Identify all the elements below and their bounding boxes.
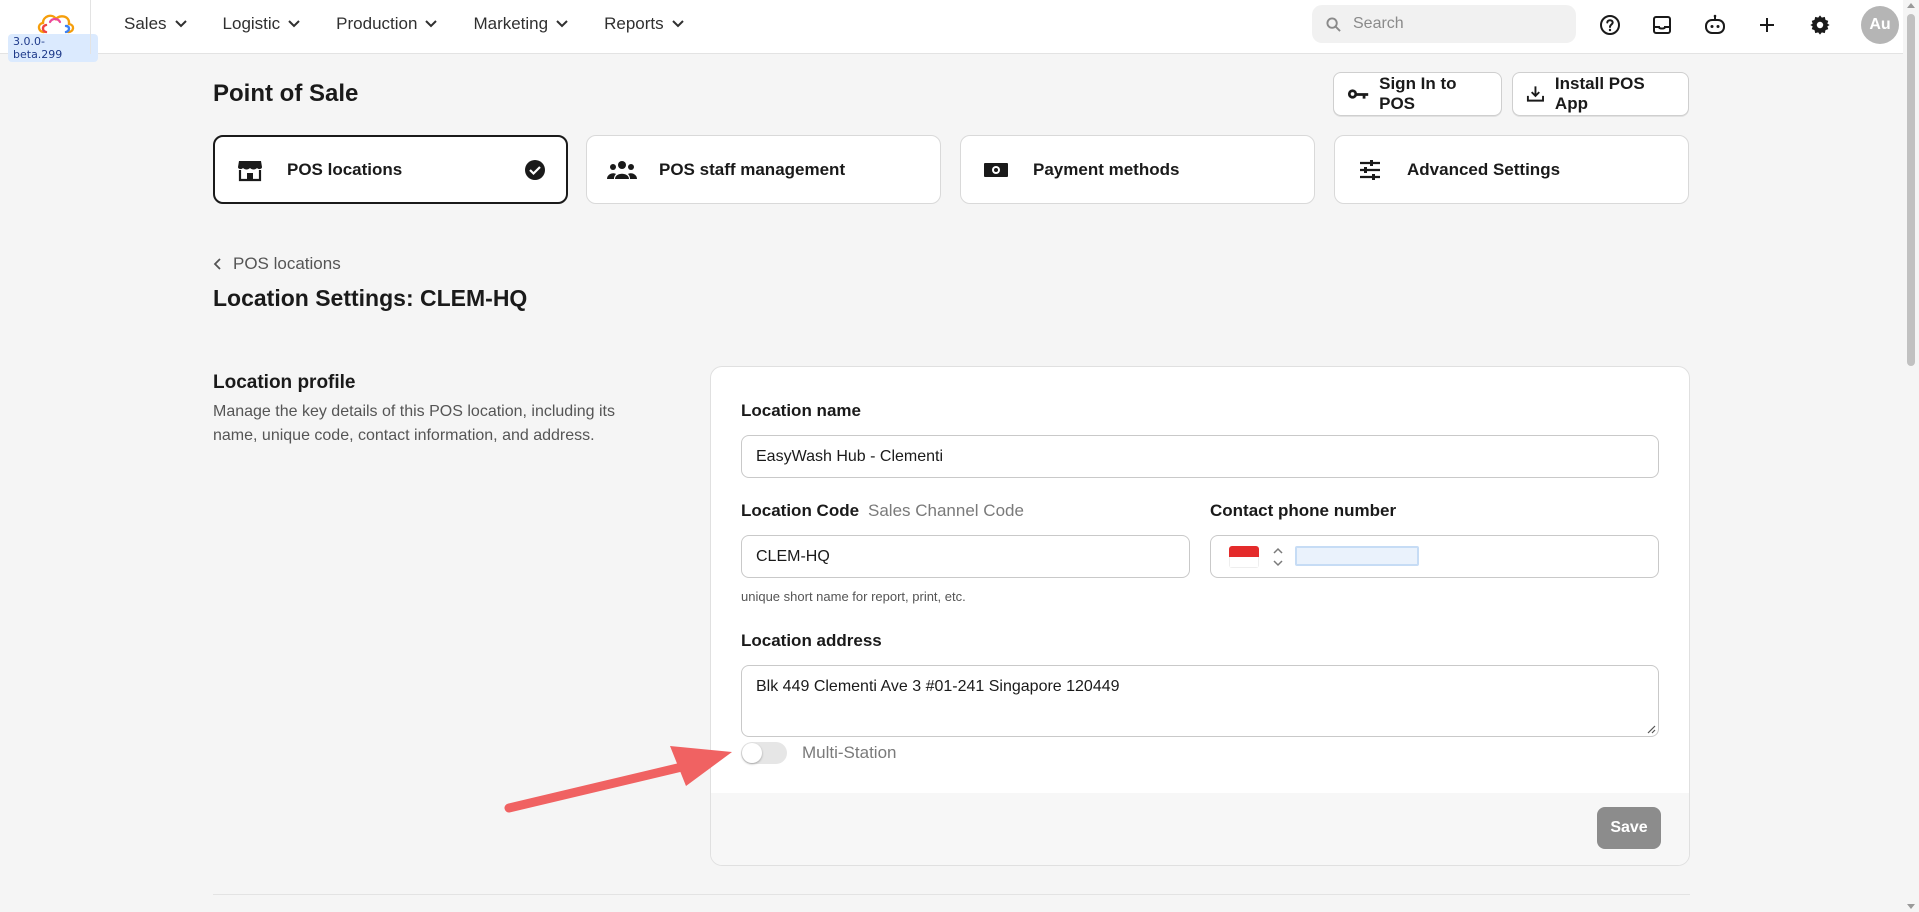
tab-pos-staff-management-label: POS staff management <box>659 159 846 179</box>
sign-in-pos-button[interactable]: Sign In to POS <box>1333 72 1502 116</box>
tab-advanced-settings-label: Advanced Settings <box>1407 159 1561 179</box>
multi-station-toggle[interactable] <box>741 742 787 764</box>
key-icon <box>1347 89 1369 99</box>
location-address-field[interactable]: Blk 449 Clementi Ave 3 #01-241 Singapore… <box>741 665 1659 737</box>
download-icon <box>1526 86 1544 102</box>
nav-logistic-label: Logistic <box>222 14 281 33</box>
inbox-button[interactable] <box>1647 10 1677 40</box>
tab-payment-methods[interactable]: Payment methods <box>960 135 1315 204</box>
scroll-thumb[interactable] <box>1907 14 1915 366</box>
chevron-down-icon <box>174 20 187 28</box>
tab-payment-methods-label: Payment methods <box>1033 159 1180 179</box>
location-address-label: Location address <box>741 631 882 650</box>
tab-pos-locations-label: POS locations <box>287 159 403 179</box>
location-name-label: Location name <box>741 401 861 420</box>
resize-handle-icon[interactable] <box>1646 724 1656 734</box>
scroll-down-icon[interactable] <box>1907 904 1915 910</box>
help-icon <box>1600 15 1620 35</box>
tab-advanced-settings[interactable]: Advanced Settings <box>1334 135 1689 204</box>
multi-station-label: Multi-Station <box>802 743 897 762</box>
location-code-field[interactable]: CLEM-HQ <box>741 535 1190 578</box>
phone-number-input[interactable] <box>1295 546 1419 566</box>
search-input[interactable]: Search <box>1312 5 1576 43</box>
cloud-logo-icon <box>37 14 75 34</box>
breadcrumb-link[interactable]: POS locations <box>233 254 341 274</box>
plus-icon <box>1760 18 1774 32</box>
divider <box>213 894 1690 895</box>
sign-in-pos-label: Sign In to POS <box>1379 74 1457 113</box>
contact-phone-label: Contact phone number <box>1210 501 1397 520</box>
location-profile-card: Location name EasyWash Hub - Clementi Lo… <box>710 366 1690 866</box>
breadcrumb[interactable]: POS locations <box>213 254 341 274</box>
nav-reports[interactable]: Reports <box>604 14 684 34</box>
create-button[interactable] <box>1752 10 1782 40</box>
sliders-icon <box>1355 158 1385 182</box>
annotation-arrow-icon <box>504 746 732 813</box>
search-placeholder: Search <box>1353 15 1404 32</box>
location-code-hint: unique short name for report, print, etc… <box>741 589 966 604</box>
chevron-left-icon <box>213 258 221 270</box>
singapore-flag-icon[interactable] <box>1229 546 1259 568</box>
page-title: Point of Sale <box>213 80 359 107</box>
top-bar: 3.0.0-beta.299 Sales Logistic Production… <box>0 0 1903 62</box>
settings-button[interactable] <box>1805 10 1835 40</box>
section-title: Location profile <box>213 372 356 393</box>
sales-channel-code-label: Sales Channel Code <box>868 501 1024 520</box>
robot-icon <box>1705 14 1725 34</box>
install-pos-app-label: Install POS App <box>1554 74 1645 113</box>
location-settings-heading: Location Settings: CLEM-HQ <box>213 285 528 311</box>
scroll-up-icon[interactable] <box>1907 2 1915 8</box>
nav-production-label: Production <box>336 14 418 33</box>
app-logo[interactable]: 3.0.0-beta.299 <box>6 8 98 62</box>
section-description: Manage the key details of this POS locat… <box>213 403 615 444</box>
save-button[interactable]: Save <box>1597 807 1661 849</box>
chevron-down-icon <box>556 20 568 28</box>
divider <box>90 0 91 54</box>
cash-icon <box>981 161 1011 179</box>
nav-marketing-label: Marketing <box>473 14 549 33</box>
chevron-down-icon <box>288 20 300 28</box>
search-icon <box>1326 16 1341 32</box>
nav-logistic[interactable]: Logistic <box>223 14 301 34</box>
tab-pos-staff-management[interactable]: POS staff management <box>586 135 941 204</box>
chevron-down-icon <box>671 20 684 28</box>
nav-production[interactable]: Production <box>336 14 438 34</box>
chevron-down-icon <box>425 20 438 28</box>
main-nav: Sales Logistic Production Marketing Repo… <box>124 0 720 48</box>
store-icon <box>235 158 265 182</box>
nav-sales[interactable]: Sales <box>124 14 187 34</box>
inbox-icon <box>1653 16 1671 34</box>
location-code-label: Location Code <box>741 501 860 520</box>
version-badge: 3.0.0-beta.299 <box>8 34 98 62</box>
card-footer: Save <box>711 793 1689 865</box>
location-name-field[interactable]: EasyWash Hub - Clementi <box>741 435 1659 478</box>
nav-marketing[interactable]: Marketing <box>473 14 568 34</box>
gear-icon <box>1810 15 1830 35</box>
assistant-button[interactable] <box>1700 10 1730 40</box>
contact-phone-field[interactable] <box>1210 535 1659 578</box>
nav-reports-label: Reports <box>604 14 664 33</box>
check-circle-icon <box>525 160 545 180</box>
install-pos-app-button[interactable]: Install POS App <box>1512 72 1689 116</box>
location-code-value: CLEM-HQ <box>756 547 830 565</box>
nav-sales-label: Sales <box>124 14 167 33</box>
page-scrollbar[interactable] <box>1903 0 1919 912</box>
help-button[interactable] <box>1595 10 1625 40</box>
location-name-value: EasyWash Hub - Clementi <box>756 447 944 465</box>
location-address-value: Blk 449 Clementi Ave 3 #01-241 Singapore… <box>756 678 1120 695</box>
toggle-knob <box>742 743 762 763</box>
tab-pos-locations[interactable]: POS locations <box>213 135 568 204</box>
user-avatar[interactable]: Au <box>1861 6 1899 44</box>
country-select-arrows-icon[interactable] <box>1273 544 1283 570</box>
users-icon <box>607 159 637 181</box>
